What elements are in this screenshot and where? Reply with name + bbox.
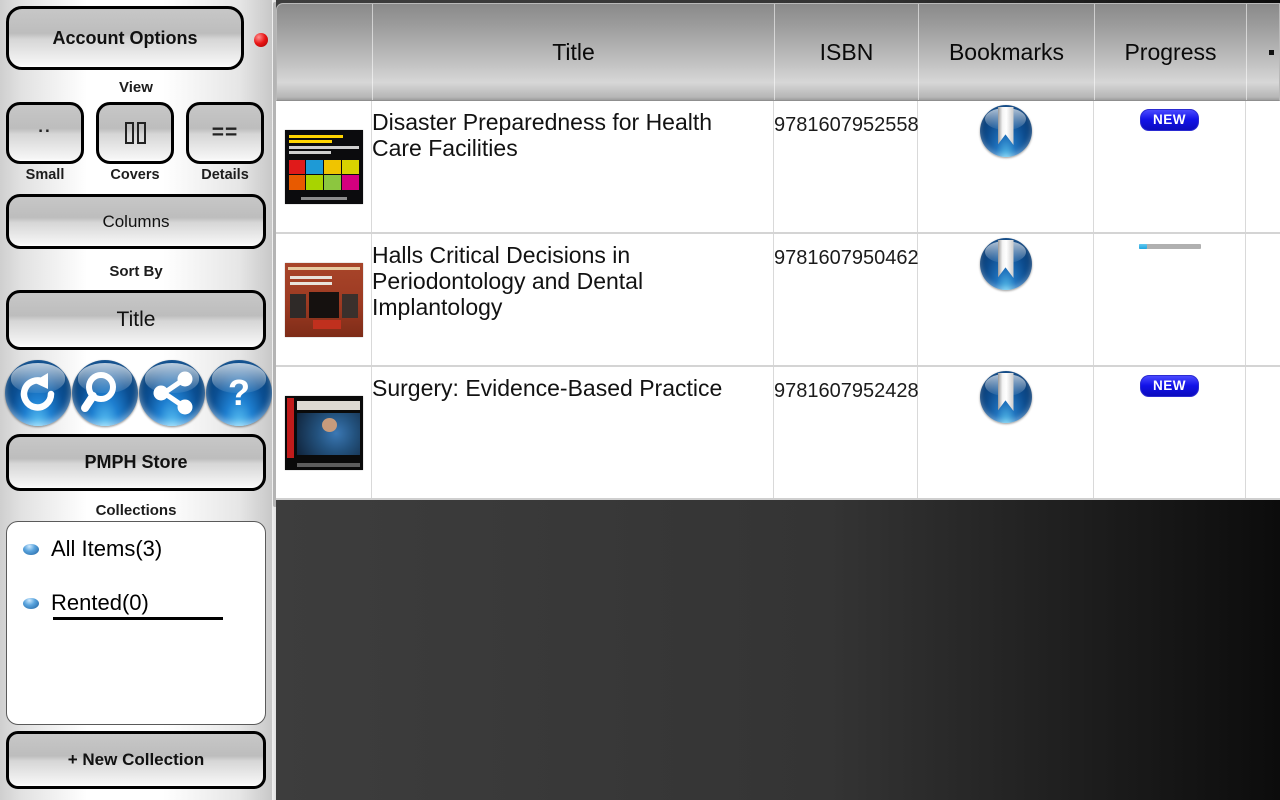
- book-title: Surgery: Evidence-Based Practice: [372, 375, 723, 401]
- column-header-progress[interactable]: Progress: [1095, 4, 1247, 100]
- table-header-row: Title ISBN Bookmarks Progress: [276, 3, 1280, 101]
- refresh-icon[interactable]: [5, 360, 71, 426]
- cell-isbn[interactable]: 9781607950462: [774, 234, 919, 365]
- cell-cover[interactable]: [276, 367, 372, 498]
- collection-item-rented[interactable]: Rented(0): [7, 576, 265, 630]
- collections-label: Collections: [95, 502, 177, 519]
- cell-progress[interactable]: NEW: [1094, 101, 1246, 232]
- collection-label: Rented(0): [51, 590, 149, 615]
- columns-button[interactable]: Columns: [6, 194, 266, 249]
- column-header-extra[interactable]: [1247, 4, 1280, 100]
- action-icon-row: ?: [5, 360, 272, 426]
- sort-by-select[interactable]: Title: [6, 290, 266, 350]
- header-resize-handle[interactable]: [1269, 50, 1274, 55]
- cell-bookmarks[interactable]: [918, 234, 1094, 365]
- cell-extra[interactable]: [1246, 101, 1280, 232]
- view-option-label: Details: [201, 167, 249, 183]
- library-table: Title ISBN Bookmarks Progress Disaster P…: [276, 0, 1280, 518]
- view-option-details[interactable]: == Details: [186, 102, 264, 183]
- cell-title[interactable]: Halls Critical Decisions in Periodontolo…: [372, 234, 774, 365]
- collections-list: All Items(3) Rented(0): [6, 521, 266, 725]
- cell-title[interactable]: Surgery: Evidence-Based Practice: [372, 367, 774, 498]
- cell-bookmarks[interactable]: [918, 367, 1094, 498]
- status-badge: NEW: [1140, 375, 1199, 397]
- help-icon[interactable]: ?: [206, 360, 272, 426]
- cell-cover[interactable]: [276, 234, 372, 365]
- book-title: Halls Critical Decisions in Periodontolo…: [372, 242, 644, 320]
- cell-progress[interactable]: [1094, 234, 1246, 365]
- cell-cover[interactable]: [276, 101, 372, 232]
- bookmark-icon[interactable]: [979, 238, 1032, 290]
- view-section-label: View: [119, 79, 153, 96]
- table-row[interactable]: Surgery: Evidence-Based Practice 9781607…: [276, 367, 1280, 500]
- view-option-label: Small: [25, 167, 65, 183]
- app-root: Account Options View .. Small Covers ==: [0, 0, 1280, 800]
- column-header-title[interactable]: Title: [373, 4, 775, 100]
- account-options-button[interactable]: Account Options: [6, 6, 244, 70]
- book-cover-image: [284, 395, 363, 470]
- cell-bookmarks[interactable]: [918, 101, 1094, 232]
- bullet-icon: [23, 597, 39, 609]
- collection-label: All Items(3): [51, 536, 163, 561]
- book-title: Disaster Preparedness for Health Care Fa…: [372, 109, 713, 161]
- progress-bar: [1138, 244, 1201, 249]
- cell-progress[interactable]: NEW: [1094, 367, 1246, 498]
- cell-extra[interactable]: [1246, 234, 1280, 365]
- view-option-covers[interactable]: Covers: [96, 102, 174, 183]
- table-row[interactable]: Halls Critical Decisions in Periodontolo…: [276, 234, 1280, 367]
- details-equals-icon[interactable]: ==: [186, 102, 264, 164]
- covers-bars-icon[interactable]: [96, 102, 174, 164]
- search-icon[interactable]: [72, 360, 138, 426]
- bookmark-icon[interactable]: [979, 105, 1032, 157]
- view-mode-group: .. Small Covers == Details: [6, 102, 266, 187]
- share-icon[interactable]: [139, 360, 205, 426]
- column-header-bookmarks[interactable]: Bookmarks: [919, 4, 1095, 100]
- cell-isbn[interactable]: 9781607952558: [774, 101, 919, 232]
- book-cover-image: [284, 262, 363, 337]
- column-header-isbn[interactable]: ISBN: [775, 4, 919, 100]
- record-indicator-dot: [254, 33, 268, 47]
- bullet-icon: [23, 543, 39, 555]
- book-isbn: 9781607950462: [774, 247, 919, 269]
- book-cover-image: [284, 129, 363, 204]
- selection-underline: [53, 617, 223, 620]
- small-dots-icon[interactable]: ..: [6, 102, 84, 164]
- bookmark-icon[interactable]: [979, 371, 1032, 423]
- cell-extra[interactable]: [1246, 367, 1280, 498]
- main-content: Title ISBN Bookmarks Progress Disaster P…: [276, 0, 1280, 800]
- sort-by-label: Sort By: [109, 263, 163, 280]
- book-isbn: 9781607952428: [774, 380, 919, 402]
- view-option-label: Covers: [110, 167, 160, 183]
- cell-title[interactable]: Disaster Preparedness for Health Care Fa…: [372, 101, 774, 232]
- pmph-store-button[interactable]: PMPH Store: [6, 434, 266, 491]
- status-badge: NEW: [1140, 109, 1199, 131]
- column-header-cover[interactable]: [277, 4, 373, 100]
- sidebar: Account Options View .. Small Covers ==: [0, 0, 272, 800]
- collection-item-all[interactable]: All Items(3): [7, 522, 265, 576]
- new-collection-button[interactable]: + New Collection: [6, 731, 266, 789]
- table-row[interactable]: Disaster Preparedness for Health Care Fa…: [276, 101, 1280, 234]
- svg-text:?: ?: [228, 372, 250, 413]
- view-option-small[interactable]: .. Small: [6, 102, 84, 183]
- book-isbn: 9781607952558: [774, 114, 919, 136]
- cell-isbn[interactable]: 9781607952428: [774, 367, 919, 498]
